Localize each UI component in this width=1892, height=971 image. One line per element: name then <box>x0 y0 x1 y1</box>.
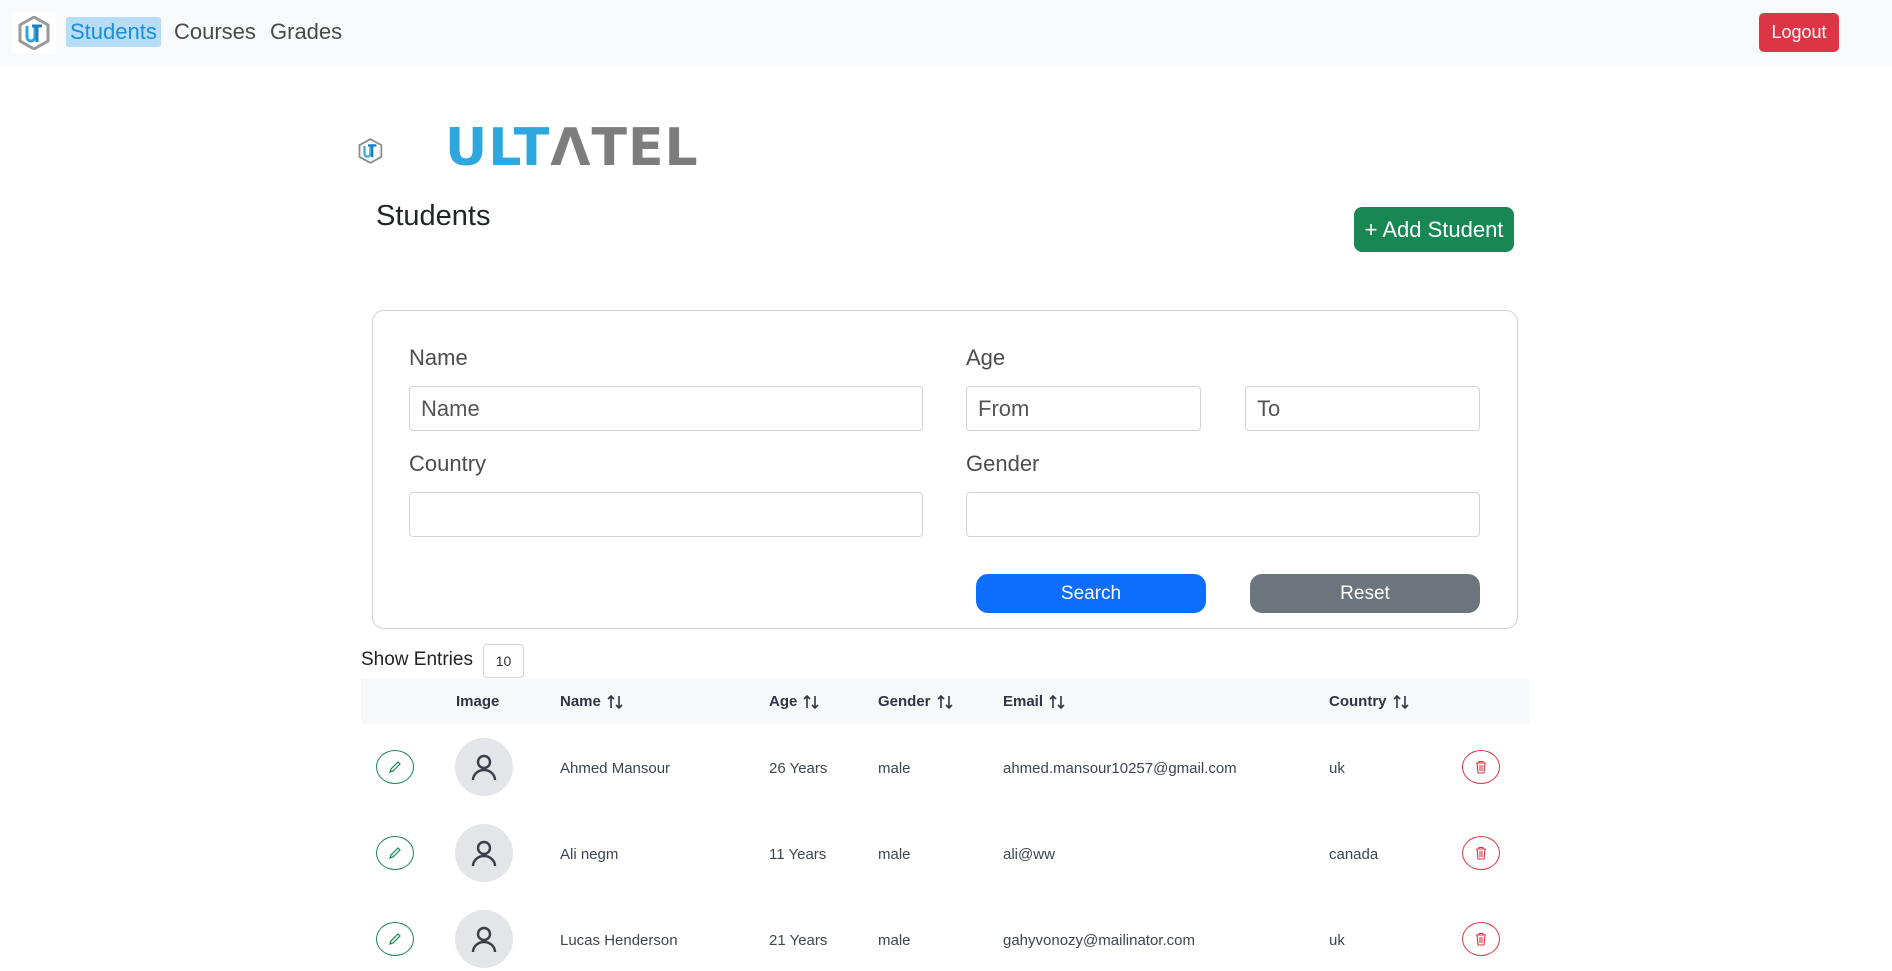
gender-select[interactable] <box>966 492 1480 537</box>
header-name[interactable]: Name <box>560 693 623 710</box>
sort-icon <box>936 694 953 709</box>
cell-age: 26 Years <box>769 760 828 777</box>
show-entries-label: Show Entries <box>361 649 473 670</box>
edit-button[interactable] <box>376 836 414 870</box>
cell-gender: male <box>878 760 911 777</box>
nav-logo[interactable] <box>12 12 56 54</box>
header-email[interactable]: Email <box>1003 693 1065 710</box>
name-input[interactable]: Name <box>409 386 923 431</box>
edit-button[interactable] <box>376 922 414 956</box>
pencil-icon <box>389 933 401 945</box>
pencil-icon <box>389 761 401 773</box>
header-image: Image <box>456 693 500 710</box>
header-gender[interactable]: Gender <box>878 693 953 710</box>
edit-button[interactable] <box>376 750 414 784</box>
trash-icon <box>1476 846 1486 860</box>
cell-country: uk <box>1329 932 1345 949</box>
navbar: Students Courses Grades Logout <box>0 0 1892 66</box>
cell-gender: male <box>878 932 911 949</box>
trash-icon <box>1476 932 1486 946</box>
logout-button[interactable]: Logout <box>1759 13 1839 52</box>
table-header: Image Name Age Gender Email Country <box>361 679 1529 724</box>
cell-gender: male <box>878 846 911 863</box>
user-icon <box>471 840 497 867</box>
age-label: Age <box>966 345 1006 370</box>
page-title: Students <box>376 200 491 232</box>
ultatel-brand-logo-icon <box>358 138 383 164</box>
name-label: Name <box>409 345 468 370</box>
search-button[interactable]: Search <box>976 574 1206 613</box>
pencil-icon <box>389 847 401 859</box>
avatar <box>455 910 513 968</box>
ultatel-logo-icon <box>18 16 50 50</box>
entries-select[interactable]: 10 <box>483 644 524 678</box>
sort-icon <box>607 694 623 709</box>
age-to-input[interactable]: To <box>1245 386 1480 431</box>
nav-link-students[interactable]: Students <box>66 17 161 47</box>
brand-wordmark: ULTΛTEL <box>445 118 699 178</box>
country-label: Country <box>409 451 487 476</box>
age-from-input[interactable]: From <box>966 386 1201 431</box>
gender-label: Gender <box>966 451 1040 476</box>
table-row: Ahmed Mansour 26 Years male ahmed.mansou… <box>361 725 1529 811</box>
add-student-button[interactable]: + Add Student <box>1354 207 1514 252</box>
cell-email: gahyvonozy@mailinator.com <box>1003 932 1195 949</box>
cell-age: 21 Years <box>769 932 828 949</box>
cell-email: ali@ww <box>1003 846 1055 863</box>
delete-button[interactable] <box>1462 836 1500 870</box>
cell-country: canada <box>1329 846 1379 863</box>
sort-icon <box>803 694 819 709</box>
header-country[interactable]: Country <box>1329 693 1409 710</box>
delete-button[interactable] <box>1462 750 1500 784</box>
country-select[interactable] <box>409 492 923 537</box>
cell-name: Lucas Henderson <box>560 932 678 949</box>
table-row: Lucas Henderson 21 Years male gahyvonozy… <box>361 897 1529 971</box>
reset-button[interactable]: Reset <box>1250 574 1480 613</box>
user-icon <box>471 754 497 781</box>
trash-icon <box>1476 760 1486 774</box>
nav-link-grades[interactable]: Grades <box>266 17 346 47</box>
user-icon <box>471 926 497 953</box>
cell-name: Ahmed Mansour <box>560 760 671 777</box>
cell-email: ahmed.mansour10257@gmail.com <box>1003 760 1237 777</box>
cell-name: Ali negm <box>560 846 619 863</box>
cell-age: 11 Years <box>769 846 827 863</box>
avatar <box>455 824 513 882</box>
cell-country: uk <box>1329 760 1345 777</box>
sort-icon <box>1392 694 1409 709</box>
delete-button[interactable] <box>1462 922 1500 956</box>
header-age[interactable]: Age <box>769 693 819 710</box>
avatar <box>455 738 513 796</box>
nav-link-courses[interactable]: Courses <box>170 17 260 47</box>
sort-icon <box>1049 694 1065 709</box>
table-row: Ali negm 11 Years male ali@ww canada <box>361 811 1529 897</box>
